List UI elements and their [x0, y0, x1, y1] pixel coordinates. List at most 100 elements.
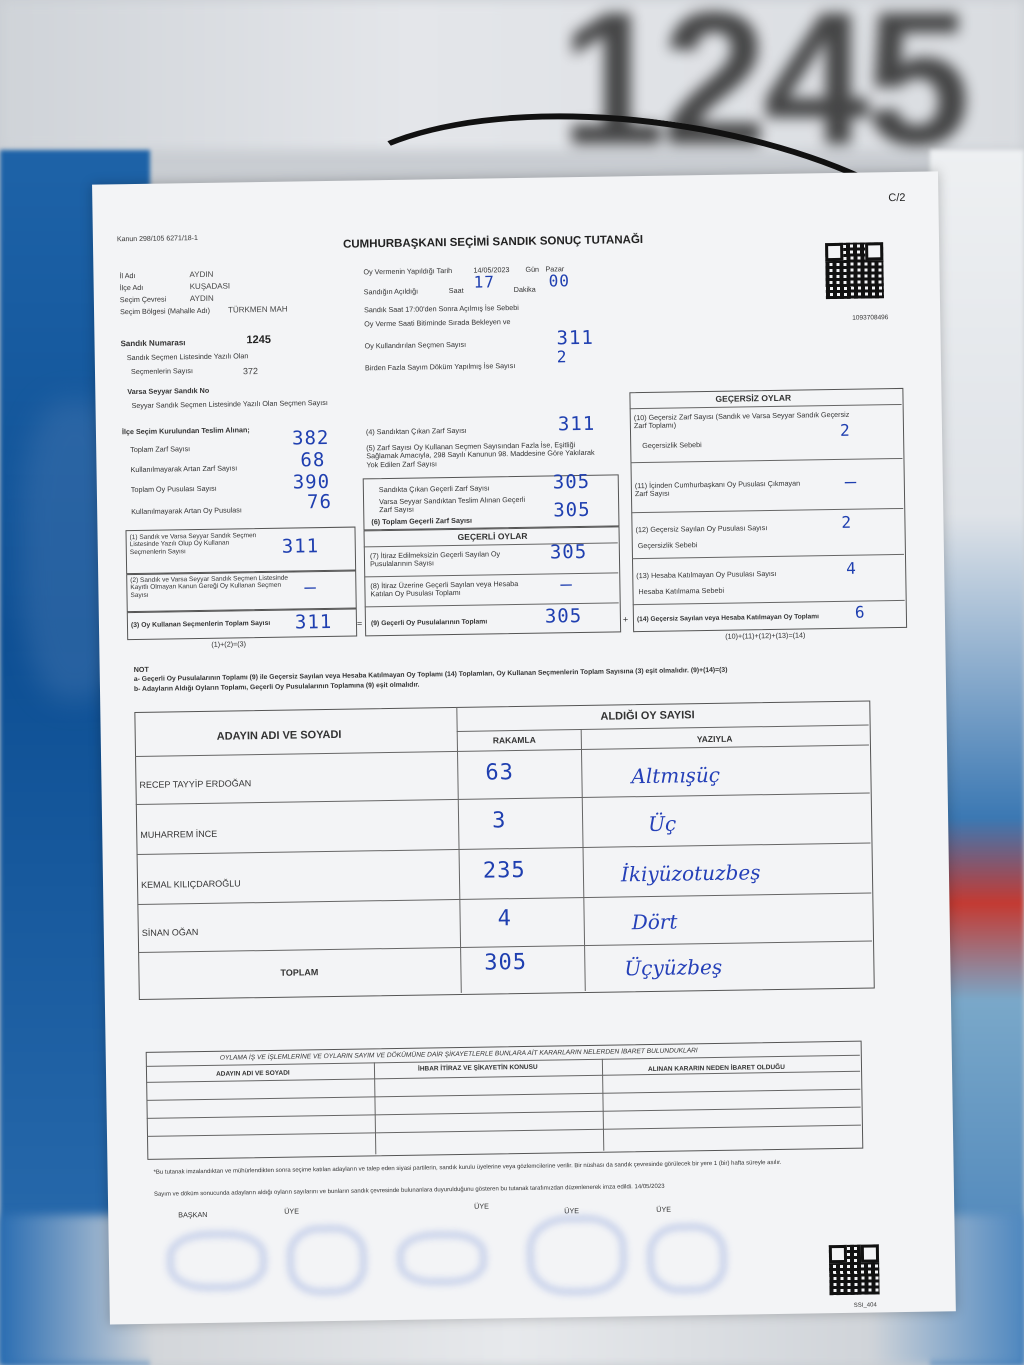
total-digits: 305 [484, 949, 528, 976]
box-number-label: Sandık Numarası [120, 338, 186, 349]
candidate-digits: 3 [491, 808, 507, 834]
minute-label: Dakika [513, 284, 536, 295]
candidate-words: Altmışüç [631, 762, 721, 789]
valid-env-value: 305 [552, 470, 591, 494]
candidate-name: KEMAL KILIÇDAROĞLU [140, 878, 241, 890]
row10-value: 2 [839, 420, 851, 440]
row5-label: (5) Zarf Sayısı Oy Kullanan Seçmen Sayıs… [366, 440, 595, 469]
sign-chair-label: BAŞKAN [178, 1209, 208, 1220]
candidate-name: SİNAN OĞAN [141, 927, 199, 938]
invalid-votes-header: GEÇERSİZ OYLAR [715, 392, 792, 404]
voters-used-label: Oy Kullandırılan Seçmen Sayısı [364, 339, 467, 351]
ilce-label: İlçe Adı [119, 282, 144, 293]
qr-code-top [825, 242, 884, 300]
candidate-words: İkiyüzotuzbeş [620, 860, 761, 887]
candidate-digits: 235 [482, 857, 526, 884]
note-a: a- Geçerli Oy Pusulalarının Toplamı (9) … [133, 666, 728, 684]
row7-label: (7) İtiraz Edilmeksizin Geçerli Sayılan … [369, 549, 501, 569]
blurred-signatures [148, 1214, 789, 1314]
footer-declaration: Sayım ve döküm sonucunda adayların aldığ… [153, 1183, 665, 1198]
row4-value: 311 [557, 412, 596, 436]
candidate-words: Üç [647, 811, 677, 836]
cevre-value: AYDIN [189, 293, 214, 304]
row14-value: 6 [854, 602, 866, 622]
row3-value: 311 [294, 610, 333, 634]
valid-env-label: Sandıkta Çıkan Geçerli Zarf Sayısı [378, 483, 490, 495]
ballot-unused: 76 [306, 490, 333, 514]
row6-label: (6) Toplam Geçerli Zarf Sayısı [371, 515, 472, 527]
ballot-unused-label: Kullanılmayarak Artan Oy Pusulası [131, 505, 242, 517]
day-label: Gün [525, 264, 540, 274]
footer-note: *Bu tutanak imzalandıktan ve mühürlendik… [153, 1159, 782, 1176]
waiting-line: Oy Verme Saati Bitiminde Sırada Bekleyen… [364, 317, 511, 329]
notes-header: NOT [133, 664, 149, 675]
row14-formula: (10)+(11)+(12)+(13)=(14) [725, 630, 806, 641]
candidate-words: Dört [631, 909, 678, 935]
row10-reason: Geçersizlik Sebebi [642, 440, 702, 451]
candidate-digits: 4 [497, 906, 513, 932]
candidate-digits: 63 [485, 760, 515, 786]
row13-reason: Hesaba Katılmama Sebebi [638, 585, 725, 597]
opening-label: Sandığın Açıldığı [363, 286, 419, 297]
minute-value: 00 [548, 271, 571, 291]
mobile-env-label: Varsa Seyyar Sandıktan Teslim Alınan Geç… [378, 494, 526, 515]
mobile-count-label: Seyyar Sandık Seçmen Listesinde Yazılı O… [131, 397, 328, 411]
ballot-total-label: Toplam Oy Pusulası Sayısı [130, 483, 217, 495]
note-b: b- Adayların Aldığı Oyların Toplamı, Geç… [133, 681, 420, 694]
qr-code-bottom [828, 1244, 880, 1296]
row13-value: 4 [846, 558, 857, 578]
law-reference: Kanun 298/105 6271/18-1 [116, 234, 198, 244]
bolge-value: TÜRKMEN MAH [227, 304, 288, 315]
votes-header: ALDIĞI OY SAYISI [600, 709, 695, 723]
words-header: YAZIYLA [696, 733, 733, 745]
row6-value: 305 [553, 498, 591, 522]
complaints-col1: ADAYIN ADI VE SOYADI [215, 1069, 290, 1078]
bolge-label: Seçim Bölgesi (Mahalle Adı) [119, 305, 211, 317]
valid-votes-header: GEÇERLİ OYLAR [457, 530, 528, 542]
sign-member-label: ÜYE [656, 1204, 672, 1214]
voters-used-value: 311 [556, 326, 595, 350]
page-code: C/2 [888, 191, 906, 205]
ilce-value: KUŞADASI [189, 281, 231, 292]
row12-reason: Geçersizlik Sebebi [637, 540, 698, 551]
row1-label: (1) Sandık ve Varsa Seyyar Sandık Seçmen… [129, 532, 257, 557]
candidate-name: MUHARREM İNCE [140, 828, 218, 840]
box-list-label-2: Seçmenlerin Sayısı [130, 366, 193, 377]
total-words: Üçyüzbeş [624, 954, 723, 981]
received-header: İlçe Seçim Kurulundan Teslim Alınan; [121, 425, 250, 437]
box-list-label: Sandık Seçmen Listesinde Yazılı Olan [126, 351, 249, 363]
envelope-total: 382 [291, 426, 330, 450]
mobile-box-label: Varsa Seyyar Sandık No [127, 385, 210, 397]
multi-count-value: 2 [556, 347, 568, 367]
sign-member-label: ÜYE [564, 1206, 580, 1216]
row12-value: 2 [841, 512, 853, 532]
form-title: CUMHURBAŞKANI SEÇİMİ SANDIK SONUÇ TUTANA… [342, 233, 644, 251]
row9-value: 305 [544, 604, 583, 628]
candidate-name: RECEP TAYYİP ERDOĞAN [139, 778, 252, 790]
envelope-unused: 68 [300, 449, 326, 472]
digits-header: RAKAMLA [492, 734, 536, 746]
barcode-number: 1093708496 [852, 314, 889, 322]
row1-value: 311 [281, 535, 320, 558]
row4-label: (4) Sandıktan Çıkan Zarf Sayısı [365, 425, 467, 437]
late-open-reason: Sandık Saat 17:00'den Sonra Açılmış İse … [363, 302, 519, 315]
sign-member-label: ÜYE [284, 1206, 300, 1216]
total-label: TOPLAM [280, 967, 319, 978]
il-value: AYDIN [189, 269, 214, 280]
multi-count-label: Birden Fazla Sayım Döküm Yapılmış İse Sa… [364, 361, 516, 373]
cevre-label: Seçim Çevresi [119, 294, 167, 305]
result-form-paper: Kanun 298/105 6271/18-1 C/2 CUMHURBAŞKAN… [92, 171, 956, 1325]
envelope-unused-label: Kullanılmayarak Artan Zarf Sayısı [130, 463, 238, 475]
box-list-count: 372 [242, 366, 259, 377]
vote-date-label: Oy Vermenin Yapıldığı Tarih [363, 265, 453, 277]
box-number: 1245 [246, 333, 272, 347]
sign-member-label: ÜYE [474, 1201, 489, 1211]
hour-value: 17 [473, 272, 496, 292]
row7-value: 305 [549, 540, 588, 564]
bottom-code: SSI_404 [853, 1302, 877, 1309]
row8-label: (8) İtiraz Üzerine Geçerli Sayılan veya … [370, 579, 519, 599]
row2-label: (2) Sandık ve Varsa Seyyar Sandık Seçmen… [130, 574, 289, 600]
envelope-total-label: Toplam Zarf Sayısı [130, 444, 191, 455]
row11-label: (11) İçinden Cumhurbaşkanı Oy Pusulası Ç… [634, 478, 801, 499]
il-label: İl Adı [119, 270, 136, 281]
